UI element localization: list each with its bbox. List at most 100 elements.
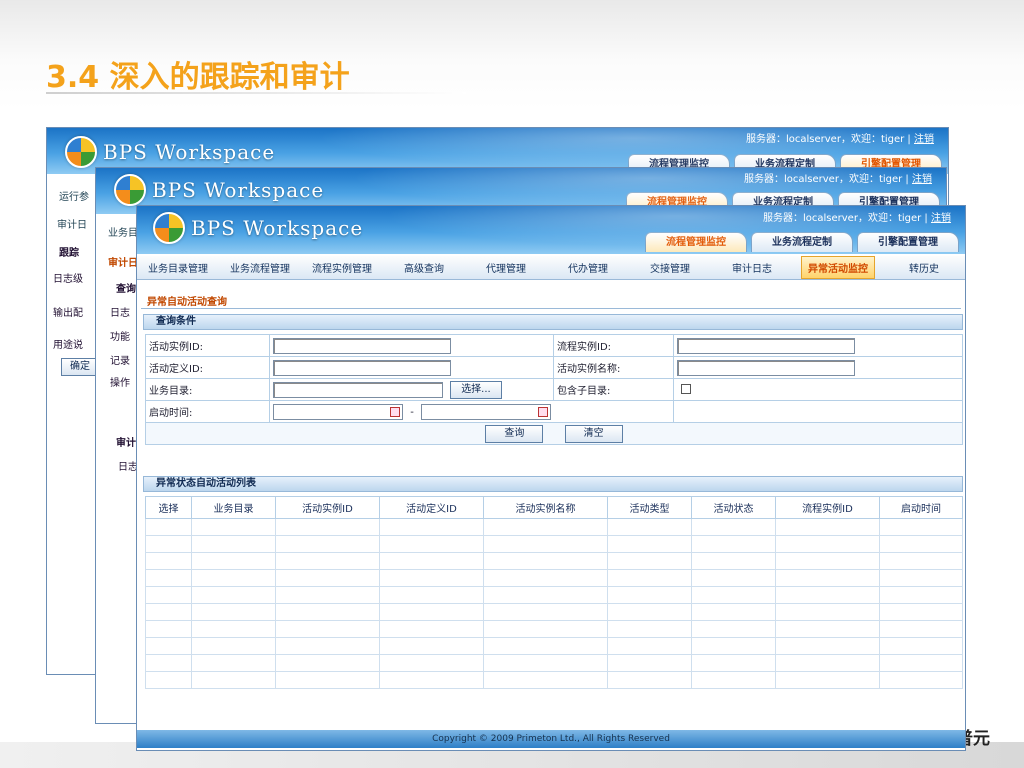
menu-item-advanced-query[interactable]: 高级查询 [383,260,465,275]
logo-icon [65,136,97,168]
server-label: 服务器：localserver，欢迎：tiger | [745,134,911,145]
menu-item-handover[interactable]: 交接管理 [629,260,711,275]
logout-link[interactable]: 注销 [931,213,951,224]
start-date-input[interactable] [273,403,403,420]
table-cell [145,535,192,553]
column-header[interactable]: 活动类型 [607,496,692,519]
table-cell [607,552,692,570]
logout-link[interactable]: 注销 [912,174,932,185]
calendar-icon[interactable] [537,406,548,417]
query-panel-header: 查询条件 [143,314,963,330]
logo-text: BPS Workspace [152,178,325,202]
logout-link[interactable]: 注销 [914,134,934,145]
table-cell [607,637,692,655]
process-instance-id-input[interactable] [677,337,855,354]
tree-label[interactable]: 审计日 [57,216,87,231]
column-header[interactable]: 启动时间 [879,496,963,519]
select-catalog-button[interactable]: 选择... [450,380,502,399]
menu-item-history[interactable]: 转历史 [883,260,965,275]
confirm-button[interactable]: 确定 [61,358,99,376]
footer: Copyright © 2009 Primeton Ltd., All Righ… [137,730,965,748]
table-cell [145,671,192,689]
tab-process-design[interactable]: 业务流程定制 [751,232,853,252]
table-cell [607,569,692,587]
table-cell [879,586,963,604]
column-header[interactable]: 业务目录 [191,496,276,519]
logo-icon [153,212,185,244]
tab-process-monitor[interactable]: 流程管理监控 [645,232,747,252]
table-row [145,586,963,604]
menu-item-process-instance[interactable]: 流程实例管理 [301,260,383,275]
main-window: BPS Workspace 服务器：localserver，欢迎：tiger |… [136,205,966,751]
row-label: 查询 [116,284,136,295]
table-cell [691,654,776,672]
column-header[interactable]: 活动状态 [691,496,776,519]
table-cell [379,637,484,655]
user-bar: 服务器：localserver，欢迎：tiger | 注销 [763,209,951,224]
logo-text: BPS Workspace [103,140,276,164]
column-header[interactable]: 选择 [145,496,192,519]
menu-item-exception-monitor[interactable]: 异常活动监控 [801,256,875,279]
row-label: 输出配 [53,308,83,319]
logo: BPS Workspace [65,136,275,168]
table-cell [379,569,484,587]
table-cell [191,620,276,638]
tab-engine-config[interactable]: 引擎配置管理 [857,232,959,252]
menu-item-agent[interactable]: 代理管理 [465,260,547,275]
table-cell [879,535,963,553]
activity-instance-name-input[interactable] [677,359,855,376]
side-label[interactable]: 运行参 [59,188,89,203]
table-row [145,620,963,638]
table-cell [379,620,484,638]
table-cell [879,603,963,621]
table-cell [145,552,192,570]
table-cell [691,535,776,553]
table-cell [191,586,276,604]
column-header[interactable]: 活动实例名称 [483,496,608,519]
list-panel-header: 异常状态自动活动列表 [143,476,963,492]
table-cell [191,654,276,672]
activity-def-id-input[interactable] [273,359,451,376]
menu-item-business-process[interactable]: 业务流程管理 [219,260,301,275]
field-label: 流程实例ID: [553,334,674,357]
column-header[interactable]: 流程实例ID [775,496,880,519]
end-date-input[interactable] [420,403,551,420]
query-button[interactable]: 查询 [485,424,544,443]
table-cell [775,569,880,587]
activity-instance-id-input[interactable] [273,337,451,354]
table-cell [379,518,484,536]
query-form: 活动实例ID: 流程实例ID: 活动定义ID: 活动实例名称: 业务目录: 选择… [145,334,963,445]
table-cell [691,569,776,587]
table-cell [275,637,380,655]
column-header[interactable]: 活动定义ID [379,496,484,519]
table-cell [483,620,608,638]
table-cell [483,535,608,553]
menu-item-audit-log[interactable]: 审计日志 [711,260,793,275]
table-cell [879,518,963,536]
table-row [145,671,963,689]
column-header[interactable]: 活动实例ID [275,496,380,519]
calendar-icon[interactable] [390,406,400,417]
include-sub-catalog-checkbox[interactable] [681,384,691,394]
menu-item-business-catalog[interactable]: 业务目录管理 [137,260,219,275]
table-cell [191,637,276,655]
table-cell [879,637,963,655]
table-cell [191,671,276,689]
menu-label[interactable]: 业务目 [108,224,138,239]
table-cell [379,671,484,689]
table-cell [607,535,692,553]
table-cell [691,518,776,536]
user-bar: 服务器：localserver，欢迎：tiger | 注销 [746,130,934,145]
row-label: 日志 [110,308,130,319]
row-label: 跟踪 [59,248,79,259]
table-cell [483,637,608,655]
menu-item-delegate[interactable]: 代办管理 [547,260,629,275]
table-cell [691,637,776,655]
table-cell [775,603,880,621]
table-row [145,637,963,655]
business-catalog-input[interactable] [273,381,443,398]
table-cell [145,586,192,604]
table-cell [275,552,380,570]
table-cell [275,518,380,536]
clear-button[interactable]: 清空 [564,424,623,443]
